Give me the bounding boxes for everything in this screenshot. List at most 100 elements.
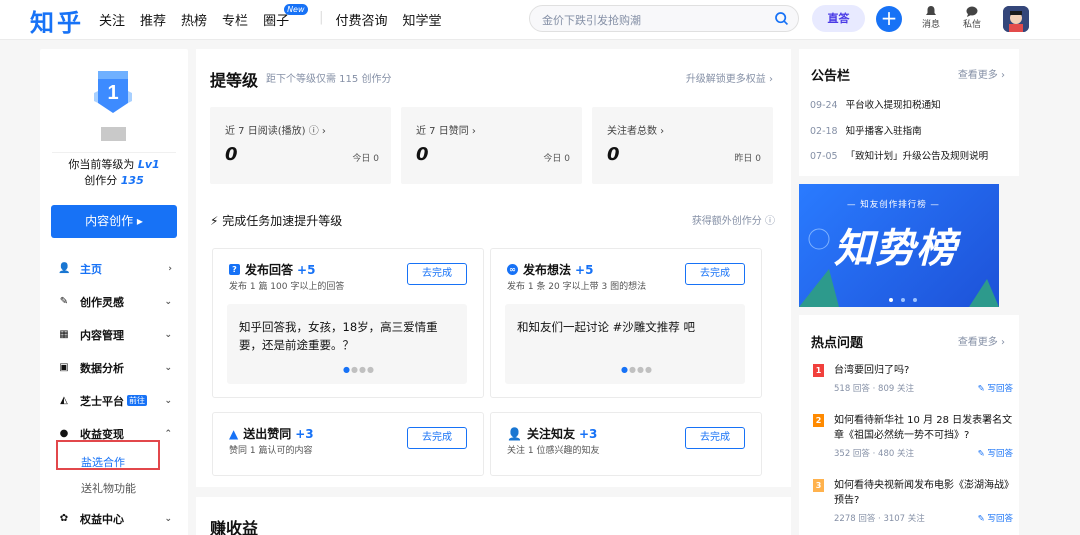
nav-divider: | — [319, 10, 324, 25]
upgrade-link[interactable]: 升级解锁更多权益 › — [686, 70, 773, 85]
stat-label: 关注者总数 › — [607, 126, 665, 137]
hot-questions-panel: 热点问题 查看更多 › 1 台湾要回归了吗? 518 回答 · 809 关注 ✎… — [799, 315, 1019, 535]
rank-badge: 2 — [813, 414, 824, 427]
question-icon: ? — [229, 264, 240, 275]
nav-hot[interactable]: 热榜 — [181, 10, 207, 29]
search-bar[interactable]: 金价下跌引发抢购潮 — [529, 5, 799, 32]
stat-card-likes[interactable]: 近 7 日赞同 › 0 今日 0 — [401, 107, 582, 184]
inbox-button[interactable]: 私信 — [957, 6, 987, 30]
hot-question-title[interactable]: 如何看待央视新闻发布电影《澎湖海战》预告? — [834, 478, 1014, 508]
task-title: 送出赞同 — [243, 427, 292, 441]
stat-label: 近 7 日阅读(播放) ⓘ › — [225, 126, 326, 137]
messages-button[interactable]: 消息 — [916, 6, 946, 30]
carousel-dots[interactable]: ●●●● — [343, 365, 375, 374]
cheese-icon: ◭ — [60, 395, 68, 406]
announcement-title: 公告栏 — [811, 69, 851, 84]
banner-subtitle: — 知友创作排行榜 — — [847, 200, 940, 210]
write-answer-button[interactable]: ✎ 写回答 — [978, 512, 1013, 524]
leaf-icon: ✿ — [59, 513, 69, 524]
create-content-button[interactable]: 内容创作 ▸ — [51, 205, 177, 238]
nav-recommend[interactable]: 推荐 — [140, 10, 166, 29]
nav-zhixuetang[interactable]: 知学堂 — [402, 10, 441, 29]
stat-value: 0 — [225, 144, 238, 165]
zhihu-logo[interactable]: 知乎 — [30, 3, 84, 38]
nav-paid-consult[interactable]: 付费咨询 — [335, 10, 387, 29]
sidebar-item-home[interactable]: 👤 主页 › — [58, 252, 180, 285]
goto-tag: 前往 — [127, 395, 147, 406]
sidebar-item-label: 主页 — [80, 262, 102, 276]
panel-subtitle: 距下个等级仅需 115 创作分 — [266, 74, 392, 85]
avatar-image — [1003, 6, 1029, 32]
task-complete-button[interactable]: 去完成 — [407, 427, 467, 449]
stat-card-followers[interactable]: 关注者总数 › 0 昨日 0 — [592, 107, 773, 184]
task-card-thought: ∞ 发布想法 +5 发布 1 条 20 字以上带 3 图的想法 去完成 和知友们一起… — [490, 248, 762, 398]
announcement-date: 07-05 — [810, 151, 838, 162]
new-badge: New — [284, 4, 308, 15]
hot-question-meta: 2278 回答 · 3107 关注 — [834, 514, 925, 524]
add-button[interactable]: + — [876, 6, 902, 32]
carousel-dots[interactable]: ●●●● — [621, 365, 653, 374]
task-complete-button[interactable]: 去完成 — [685, 427, 745, 449]
level-value: Lv1 — [137, 158, 160, 171]
search-icon[interactable] — [773, 10, 790, 27]
sidebar-item-cheese-platform[interactable]: ◭ 芝士平台 前往 ⌄ — [58, 384, 180, 417]
score-value: 135 — [120, 174, 144, 187]
hot-question-item[interactable]: 2 如何看待新华社 10 月 28 日发表署名文章《祖国必然统一势不可挡》? 3… — [813, 413, 1013, 463]
announcement-text: 「致知计划」升级公告及规则说明 — [845, 151, 989, 162]
announcement-text: 知乎播客入驻指南 — [845, 126, 922, 137]
sidebar-item-analytics[interactable]: ▣ 数据分析 ⌄ — [58, 351, 180, 384]
hot-question-item[interactable]: 3 如何看待央视新闻发布电影《澎湖海战》预告? 2278 回答 · 3107 关… — [813, 478, 1014, 528]
stat-value: 0 — [607, 144, 620, 165]
nav-circle[interactable]: 圈子 New — [263, 4, 308, 29]
messages-label: 消息 — [921, 20, 940, 30]
level-badge-icon: 1 — [94, 71, 132, 113]
task-title: 关注知友 — [526, 427, 575, 441]
write-answer-button[interactable]: ✎ 写回答 — [978, 382, 1013, 394]
sidebar-item-rights-center[interactable]: ✿ 权益中心 ⌄ — [58, 502, 180, 535]
chevron-right-icon: › — [168, 263, 172, 274]
hot-questions-title: 热点问题 — [811, 336, 864, 351]
stat-today: 今日 0 — [352, 154, 379, 164]
task-card-upvote: ▲ 送出赞同 +3 赞同 1 篇认可的内容 去完成 — [212, 412, 484, 476]
task-desc: 发布 1 条 20 字以上带 3 图的想法 — [507, 282, 647, 292]
zhida-button[interactable]: 直答 — [812, 5, 865, 32]
sidebar-item-inspiration[interactable]: ✎ 创作灵感 ⌄ — [58, 285, 180, 318]
zhishibang-banner[interactable]: — 知友创作排行榜 — 知势榜 — [799, 184, 999, 307]
chevron-down-icon: ⌄ — [164, 395, 172, 406]
task-complete-button[interactable]: 去完成 — [407, 263, 467, 285]
panel-title: 提等级 — [210, 71, 259, 90]
user-avatar[interactable] — [1003, 6, 1029, 32]
announcement-item[interactable]: 07-05 「致知计划」升级公告及规则说明 — [810, 148, 988, 162]
hot-question-title[interactable]: 台湾要回归了吗? — [834, 363, 1014, 378]
hot-question-item[interactable]: 1 台湾要回归了吗? 518 回答 · 809 关注 ✎ 写回答 — [813, 363, 1013, 403]
sidebar-item-content-manage[interactable]: ▦ 内容管理 ⌄ — [58, 318, 180, 351]
task-card-answer: ? 发布回答 +5 发布 1 篇 100 字以上的回答 去完成 知乎回答我，女孩，1… — [212, 248, 484, 398]
pen-icon: ✎ — [59, 296, 69, 307]
announcement-text: 平台收入提现扣税通知 — [845, 100, 941, 111]
announcement-more-link[interactable]: 查看更多 › — [958, 66, 1005, 81]
search-input[interactable]: 金价下跌引发抢购潮 — [542, 12, 641, 28]
level-up-panel: 提等级 距下个等级仅需 115 创作分 升级解锁更多权益 › 近 7 日阅读(播… — [196, 49, 791, 487]
nav-column[interactable]: 专栏 — [222, 10, 248, 29]
hot-questions-more-link[interactable]: 查看更多 › — [958, 333, 1005, 348]
task-complete-button[interactable]: 去完成 — [685, 263, 745, 285]
task-title: 发布回答 — [245, 263, 294, 277]
hot-question-title[interactable]: 如何看待新华社 10 月 28 日发表署名文章《祖国必然统一势不可挡》? — [834, 413, 1014, 443]
sidebar-item-label: 内容管理 — [80, 328, 124, 342]
announcement-item[interactable]: 09-24 平台收入提现扣税通知 — [810, 97, 941, 111]
username-blurred — [101, 127, 126, 141]
announcement-date: 09-24 — [810, 100, 838, 111]
zhida-label: 直答 — [827, 12, 850, 25]
submenu-gift[interactable]: 送礼物功能 — [58, 476, 180, 502]
chat-icon: ∞ — [507, 264, 518, 275]
task-extra-link[interactable]: 获得额外创作分 ⓘ — [692, 212, 775, 227]
stat-card-reads[interactable]: 近 7 日阅读(播放) ⓘ › 0 今日 0 — [210, 107, 391, 184]
announcement-item[interactable]: 02-18 知乎播客入驻指南 — [810, 123, 922, 137]
task-points: +3 — [295, 426, 314, 441]
task-desc: 发布 1 篇 100 字以上的回答 — [229, 282, 345, 292]
write-answer-button[interactable]: ✎ 写回答 — [978, 447, 1013, 459]
chevron-up-icon: ⌃ — [164, 428, 172, 439]
nav-follow[interactable]: 关注 — [99, 10, 125, 29]
top-navbar: 知乎 关注 推荐 热榜 专栏 圈子 New | 付费咨询 知学堂 金价下跌引发抢购… — [0, 0, 1080, 40]
home-icon: 👤 — [58, 263, 71, 274]
